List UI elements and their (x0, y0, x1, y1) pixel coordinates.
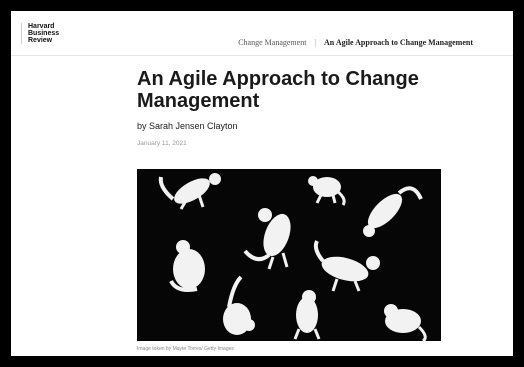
hero-image (137, 169, 441, 343)
browser-viewport: Harvard Business Review Change Managemen… (11, 11, 513, 356)
article-date: January 11, 2021 (137, 140, 187, 147)
image-caption: Image token by Mayte Torres/ Getty Image… (137, 346, 234, 352)
breadcrumb-separator: | (314, 38, 317, 47)
logo-line-1: Harvard (28, 23, 55, 30)
site-header: Harvard Business Review Change Managemen… (11, 11, 513, 56)
logo-line-2: Business (28, 30, 60, 37)
article-byline: by Sarah Jensen Clayton (137, 121, 238, 131)
breadcrumb-current: An Agile Approach to Change Management (324, 38, 473, 47)
hbr-logo[interactable]: Harvard Business Review (21, 23, 59, 44)
logo-line-3: Review (28, 37, 53, 44)
article-title: An Agile Approach to Change Management (137, 68, 419, 112)
breadcrumb-section-link[interactable]: Change Management (238, 38, 306, 47)
breadcrumb: Change Management | An Agile Approach to… (238, 38, 473, 47)
cats-photo-icon (137, 169, 441, 343)
